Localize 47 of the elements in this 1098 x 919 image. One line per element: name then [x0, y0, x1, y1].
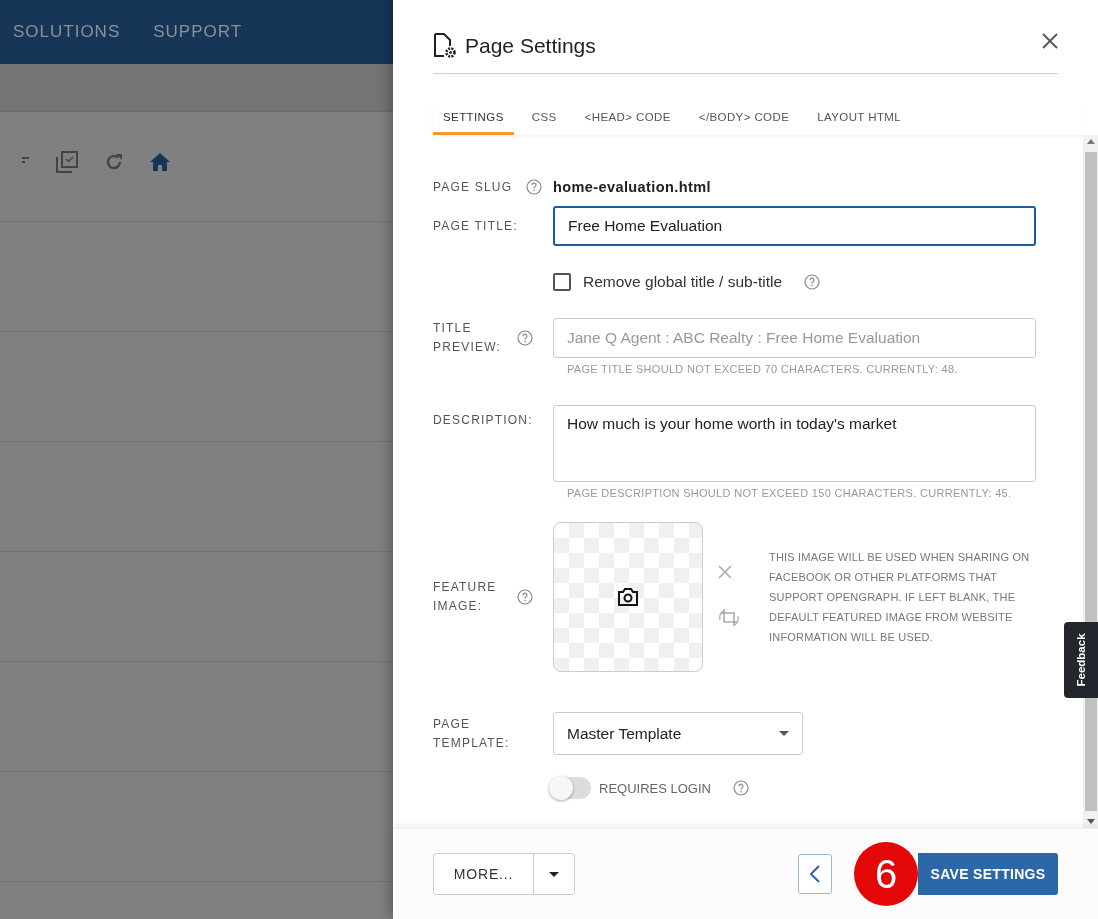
feedback-tab[interactable]: Feedback [1064, 622, 1098, 698]
help-icon[interactable] [517, 330, 533, 346]
field-label: PAGE TITLE: [433, 217, 518, 235]
field-hint: PAGE DESCRIPTION SHOULD NOT EXCEED 150 CHARACTERS. CURRENTLY: 45. [567, 487, 1013, 499]
field-label: TITLE PREVIEW: [433, 320, 503, 356]
tab[interactable]: SETTINGS [433, 102, 514, 135]
refresh-icon[interactable] [104, 151, 124, 172]
nav-link[interactable]: SOLUTIONS [13, 22, 121, 42]
previous-button[interactable] [798, 854, 832, 894]
field-hint: PAGE TITLE SHOULD NOT EXCEED 70 CHARACTERS. CURRENTLY: 48. [567, 363, 959, 375]
scroll-up-icon[interactable] [1086, 139, 1095, 144]
tab[interactable]: </BODY> CODE [688, 102, 800, 135]
field-label: DESCRIPTION: [433, 412, 533, 429]
field-label: PAGE SLUG [433, 178, 513, 196]
page-settings-icon [433, 33, 457, 59]
title-preview-field[interactable]: Jane Q Agent : ABC Realty : Free Home Evaluation [553, 318, 1036, 358]
panel-title: Page Settings [465, 34, 596, 58]
checkbox[interactable] [553, 273, 571, 291]
description-field[interactable]: How much is your home worth in today's market [553, 405, 1036, 482]
help-icon[interactable] [732, 780, 749, 796]
step-badge: 6 [854, 842, 918, 906]
scroll-down-icon[interactable] [1086, 819, 1095, 824]
checklist-icon[interactable] [56, 150, 78, 173]
help-icon[interactable] [517, 589, 533, 605]
tab[interactable]: <HEAD> CODE [574, 102, 681, 135]
save-settings-button[interactable]: SAVE SETTINGS [918, 853, 1058, 895]
scrollbar-thumb[interactable] [1084, 152, 1097, 811]
toggle-label: REQUIRES LOGIN [599, 780, 711, 796]
caret-icon [779, 731, 789, 736]
home-icon[interactable] [150, 152, 170, 171]
tab[interactable]: CSS [521, 102, 567, 135]
field-label: FEATURE IMAGE: [433, 579, 498, 615]
checkbox-label: Remove global title / sub-title [583, 273, 782, 291]
help-icon[interactable] [804, 274, 820, 290]
caret-icon [549, 871, 559, 877]
chevron-left-icon [810, 865, 820, 883]
nav-link[interactable]: SUPPORT [153, 22, 243, 42]
toggle-switch[interactable] [549, 777, 591, 799]
close-button[interactable] [1042, 33, 1058, 49]
camera-icon [618, 588, 638, 606]
template-dropdown[interactable]: Master Template [553, 712, 803, 755]
image-note: THIS IMAGE WILL BE USED WHEN SHARING ON FACEBOOK OR OTHER PLATFORMS THAT SUPPORT OPENGRAPH. IF LEFT BLANK, THE DEFAULT FEATURED IMAGE FROM WEBSITE INFORMATION WILL BE USED. [769, 550, 1031, 645]
page-slug-value: home-evaluation.html [553, 179, 711, 195]
field-label: PAGE TEMPLATE: [433, 715, 511, 752]
page-title-field[interactable]: Free Home Evaluation [553, 206, 1036, 246]
help-icon[interactable] [526, 179, 543, 195]
tab[interactable]: LAYOUT HTML [807, 102, 912, 135]
